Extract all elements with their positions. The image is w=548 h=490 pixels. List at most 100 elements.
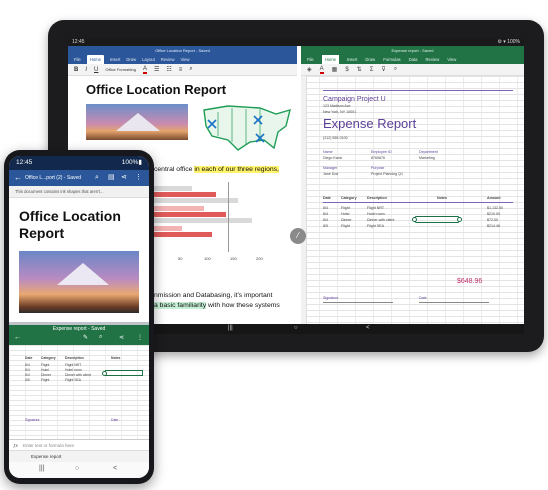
column-header: Description <box>65 356 84 360</box>
selection-handle[interactable] <box>457 217 462 222</box>
table-cell: 8/4 <box>323 206 328 210</box>
numbering-icon[interactable]: ☷ <box>166 66 171 73</box>
document-name[interactable]: Office L...port (2) - Saved <box>25 170 81 186</box>
tab-review[interactable]: Review <box>426 55 440 64</box>
edit-icon[interactable]: ✎ <box>83 334 88 341</box>
reading-view-icon[interactable]: ▤ <box>108 170 115 186</box>
align-icon[interactable]: ≡ <box>179 67 183 73</box>
home-button[interactable]: ○ <box>294 325 298 331</box>
status-indicators: ⚙ ▾ 100% <box>497 39 520 45</box>
excel-app-pane[interactable]: Expense report - Saved File Home Insert … <box>301 46 524 324</box>
font-color-icon[interactable]: A <box>142 66 147 74</box>
bullets-icon[interactable]: ☰ <box>154 66 159 73</box>
home-button[interactable]: ○ <box>75 465 79 472</box>
excel-title-bar: Expense report - Saved <box>301 46 524 55</box>
selection-handle[interactable] <box>412 217 417 222</box>
document-title: Office Location Report <box>19 208 121 241</box>
tab-home[interactable]: Home <box>86 55 104 64</box>
selected-cell[interactable] <box>415 216 459 223</box>
tab-file[interactable]: File <box>74 55 81 64</box>
tab-view[interactable]: View <box>447 55 456 64</box>
search-icon[interactable]: ⌕ <box>189 66 192 73</box>
signature-label: Signature <box>323 296 339 300</box>
bold-button[interactable]: B <box>74 67 78 73</box>
tab-view[interactable]: View <box>181 55 190 64</box>
font-color-icon[interactable]: A <box>319 66 324 74</box>
search-icon[interactable]: ⌕ <box>95 170 99 186</box>
recents-button[interactable]: ||| <box>228 325 233 331</box>
tab-formulas[interactable]: Formulas <box>383 55 400 64</box>
tab-review[interactable]: Review <box>161 55 175 64</box>
table-cell: Hotel room <box>367 212 385 216</box>
more-options-icon[interactable]: ⋮ <box>137 334 143 341</box>
info-value: Marketing <box>419 156 435 160</box>
fill-color-icon[interactable]: ◈ <box>307 66 312 73</box>
table-cell: Dinner with client <box>367 218 395 222</box>
expense-report-heading: Expense Report <box>323 116 417 131</box>
body-text: central office <box>154 166 195 173</box>
chart-bar <box>152 226 182 231</box>
italic-button[interactable]: I <box>85 67 87 73</box>
date-rule <box>419 302 489 303</box>
underline-button[interactable]: U <box>94 67 98 73</box>
sum-icon[interactable]: Σ <box>370 67 374 73</box>
share-icon[interactable]: ⋖ <box>121 170 127 186</box>
table-cell: 8/4 <box>323 212 328 216</box>
style-selector[interactable]: Office Formatting <box>105 67 136 72</box>
back-arrow-icon[interactable]: ← <box>14 334 21 341</box>
word-ribbon-tabs: File Home Insert Draw Layout Review View <box>68 55 297 64</box>
bar-chart: 0 50 100 150 200 <box>152 182 282 261</box>
date-label: Date <box>419 296 427 300</box>
table-cell: Flight SEA <box>367 224 384 228</box>
excel-document-name[interactable]: Expense report - Saved <box>9 326 149 332</box>
mountain-city-photo <box>86 104 188 140</box>
recents-button[interactable]: ||| <box>39 465 44 472</box>
total-amount: $648.96 <box>457 278 483 285</box>
tab-insert[interactable]: Insert <box>347 55 357 64</box>
table-cell: Dinner <box>41 373 51 377</box>
tab-insert[interactable]: Insert <box>110 55 120 64</box>
table-cell: Dinner with client <box>65 373 91 377</box>
search-icon[interactable]: ⌕ <box>99 334 102 341</box>
row-headers <box>301 76 307 324</box>
column-header: Notes <box>437 196 447 200</box>
function-icon[interactable]: ƒx <box>13 443 18 448</box>
number-format-icon[interactable]: $ <box>345 67 348 73</box>
back-button[interactable]: < <box>113 465 117 472</box>
chart-bar <box>152 192 216 197</box>
search-icon[interactable]: ⌕ <box>394 66 397 73</box>
table-cell: Flight NRT <box>65 363 82 367</box>
mountain-city-photo <box>19 251 139 313</box>
borders-icon[interactable]: ▦ <box>332 66 338 73</box>
battery-indicator: 100%▮ <box>121 159 142 166</box>
filter-icon[interactable]: ⊽ <box>381 66 385 73</box>
sort-icon[interactable]: ⇅ <box>357 66 362 73</box>
table-cell: Flight <box>41 378 50 382</box>
table-cell: $214.46 <box>487 224 500 228</box>
back-button[interactable]: < <box>366 325 370 331</box>
tab-draw[interactable]: Draw <box>365 55 375 64</box>
table-cell: $72.00 <box>487 218 498 222</box>
sheet-tab-expense-report[interactable]: Expense report <box>31 454 62 459</box>
split-view-handle-icon[interactable]: ⁄ <box>290 228 306 244</box>
tab-layout[interactable]: Layout <box>142 55 155 64</box>
address-line: New York, NY 10001 <box>323 110 357 114</box>
product-showcase: 12:45 ⚙ ▾ 100% Office Location Report - … <box>0 0 548 490</box>
selection-handle[interactable] <box>102 371 107 376</box>
back-arrow-icon[interactable]: ← <box>14 170 22 186</box>
table-rule <box>323 202 513 203</box>
share-icon[interactable]: ⋖ <box>119 334 124 341</box>
formula-input[interactable]: Enter text or formula here <box>23 443 74 448</box>
tab-draw[interactable]: Draw <box>126 55 136 64</box>
tab-home[interactable]: Home <box>321 55 339 64</box>
more-options-icon[interactable]: ⋮ <box>135 170 142 186</box>
tab-data[interactable]: Data <box>409 55 418 64</box>
chart-bar <box>152 232 212 237</box>
column-header: Category <box>341 196 357 200</box>
chart-bar <box>152 206 204 211</box>
selected-cell[interactable] <box>105 370 143 376</box>
tab-file[interactable]: File <box>307 55 314 64</box>
word-ribbon-toolbar: B I U Office Formatting A ☰ ☷ ≡ ⌕ <box>68 64 297 76</box>
formula-bar[interactable]: ƒx Enter text or formula here <box>9 439 149 450</box>
table-cell: Hotel <box>41 368 49 372</box>
